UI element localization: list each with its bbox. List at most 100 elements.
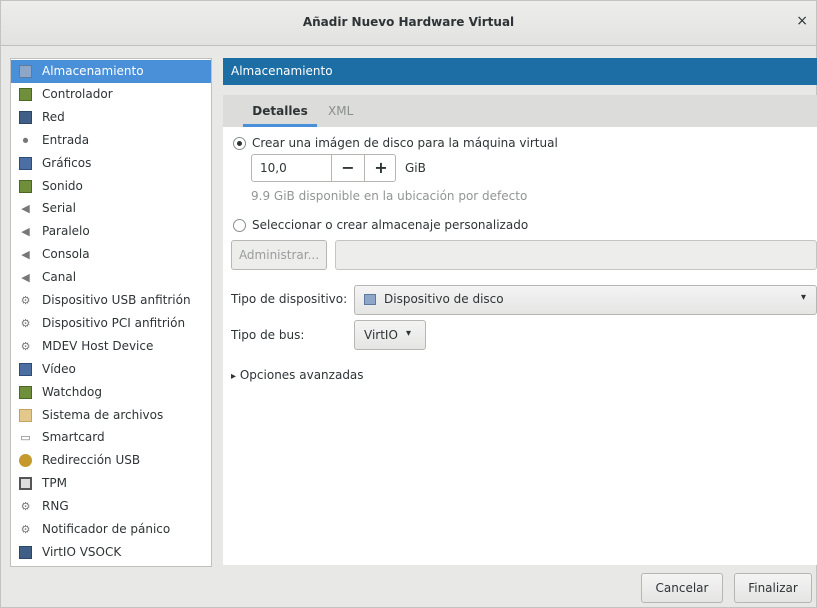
- available-space-hint: 9.9 GiB disponible en la ubicación por d…: [251, 189, 528, 203]
- disk-size-spinner[interactable]: 10,0 − +: [251, 154, 396, 182]
- serial-port-icon: ◀: [21, 202, 30, 216]
- sidebar-item-label: Red: [42, 109, 65, 124]
- sidebar-item[interactable]: ⚙ Dispositivo USB anfitrión: [11, 289, 211, 312]
- create-disk-radio[interactable]: [233, 137, 246, 150]
- tpm-icon: [19, 477, 32, 491]
- sidebar-item[interactable]: Sonido: [11, 175, 211, 198]
- sidebar-item[interactable]: Controlador: [11, 83, 211, 106]
- details-panel: Crear una imágen de disco para la máquin…: [223, 127, 817, 565]
- monitor-icon: [19, 156, 32, 170]
- mouse-icon: ⏺: [22, 133, 29, 147]
- sidebar-item-label: Serial: [42, 201, 76, 216]
- chevron-down-icon: ▾: [800, 292, 806, 303]
- advanced-options-expander[interactable]: ▸ Opciones avanzadas: [231, 368, 364, 382]
- sidebar-item[interactable]: ⚙ Notificador de pánico: [11, 518, 211, 541]
- vsock-icon: [19, 545, 32, 559]
- sound-card-icon: [19, 179, 32, 193]
- advanced-options-label: Opciones avanzadas: [239, 368, 364, 382]
- section-header: Almacenamiento: [223, 58, 817, 85]
- sidebar-item-label: Dispositivo USB anfitrión: [42, 293, 191, 307]
- rng-icon: ⚙: [20, 500, 31, 514]
- disk-size-value[interactable]: 10,0: [260, 161, 287, 175]
- sidebar-item[interactable]: VirtIO VSOCK: [11, 541, 211, 564]
- storage-path-field[interactable]: [335, 240, 817, 270]
- tab-xml[interactable]: XML: [328, 95, 353, 127]
- sidebar-item[interactable]: TPM: [11, 472, 211, 495]
- sidebar-item[interactable]: ◀ Serial: [11, 197, 211, 220]
- disk-icon: [19, 65, 32, 78]
- sidebar-item[interactable]: Gráficos: [11, 152, 211, 175]
- console-icon: ◀: [21, 248, 30, 262]
- sidebar-item-label: MDEV Host Device: [42, 338, 154, 353]
- finish-button[interactable]: Finalizar: [734, 573, 812, 603]
- sidebar-item[interactable]: ▭ Smartcard: [11, 426, 211, 449]
- sidebar-item-label: Consola: [42, 247, 90, 262]
- device-type-value: Dispositivo de disco: [384, 292, 504, 306]
- create-disk-label: Crear una imágen de disco para la máquin…: [252, 136, 558, 150]
- sidebar-item[interactable]: Red: [11, 106, 211, 129]
- sidebar-item-label: Entrada: [42, 132, 90, 147]
- sidebar-item-label: TPM: [42, 476, 67, 491]
- bus-type-label: Tipo de bus:: [231, 328, 305, 342]
- sidebar-item[interactable]: ◀ Paralelo: [11, 220, 211, 243]
- increase-size-button[interactable]: +: [364, 155, 397, 181]
- sidebar-item[interactable]: Watchdog: [11, 381, 211, 404]
- sidebar-item-label: Redirección USB: [42, 453, 141, 468]
- sidebar-item-label: Almacenamiento: [42, 64, 144, 78]
- sidebar-item[interactable]: Vídeo: [11, 358, 211, 381]
- sidebar-item-label: Controlador: [42, 86, 113, 101]
- usb-redirect-icon: [19, 454, 32, 468]
- hardware-type-list: Almacenamiento Controlador Red ⏺ Entrada Gráf…: [10, 58, 212, 567]
- sidebar-item[interactable]: Almacenamiento: [11, 60, 211, 83]
- sidebar-item-label: Vídeo: [42, 361, 76, 376]
- watchdog-icon: [19, 385, 32, 399]
- window-title: Añadir Nuevo Hardware Virtual: [302, 15, 515, 29]
- cancel-button[interactable]: Cancelar: [641, 573, 723, 603]
- sidebar-item-label: Watchdog: [42, 384, 102, 399]
- sidebar-item-label: Gráficos: [42, 155, 92, 170]
- disk-icon: [364, 294, 376, 305]
- channel-icon: ◀: [21, 271, 30, 285]
- sidebar-item[interactable]: ⚙ RNG: [11, 495, 211, 518]
- sidebar-item[interactable]: ⏺ Entrada: [11, 129, 211, 152]
- custom-storage-radio[interactable]: [233, 219, 246, 232]
- device-type-dropdown[interactable]: Dispositivo de disco ▾: [354, 285, 817, 315]
- network-icon: [19, 110, 32, 124]
- folder-icon: [19, 408, 32, 422]
- sidebar-item[interactable]: ⚙ MDEV Host Device: [11, 335, 211, 358]
- mdev-host-device-icon: ⚙: [20, 339, 31, 353]
- decrease-size-button[interactable]: −: [331, 155, 364, 181]
- tab-details[interactable]: Detalles: [243, 95, 317, 127]
- title-bar: Añadir Nuevo Hardware Virtual ×: [1, 1, 816, 46]
- sidebar-item[interactable]: Sistema de archivos: [11, 404, 211, 427]
- expander-arrow-icon: ▸: [231, 371, 237, 382]
- tab-bar: Detalles XML: [223, 95, 817, 128]
- pci-host-device-icon: ⚙: [20, 316, 31, 330]
- bus-type-value: VirtIO: [364, 328, 398, 342]
- sidebar-item-label: Smartcard: [42, 430, 105, 445]
- close-icon[interactable]: ×: [796, 13, 808, 29]
- sidebar-item-label: Paralelo: [42, 224, 90, 239]
- video-icon: [19, 362, 32, 376]
- panic-notifier-icon: ⚙: [20, 523, 31, 536]
- sidebar-item[interactable]: ◀ Canal: [11, 266, 211, 289]
- device-type-label: Tipo de dispositivo:: [231, 292, 348, 306]
- sidebar-item-label: Canal: [42, 270, 77, 285]
- add-hardware-dialog: Añadir Nuevo Hardware Virtual × Almacena…: [0, 0, 817, 608]
- sidebar-item[interactable]: Redirección USB: [11, 449, 211, 472]
- sidebar-item-label: Sonido: [42, 178, 83, 193]
- sidebar-item[interactable]: ⚙ Dispositivo PCI anfitrión: [11, 312, 211, 335]
- size-unit-label: GiB: [405, 161, 426, 175]
- manage-button[interactable]: Administrar...: [231, 240, 327, 270]
- chevron-down-icon: ▾: [406, 328, 412, 339]
- parallel-port-icon: ◀: [21, 225, 30, 239]
- usb-host-device-icon: ⚙: [20, 294, 31, 307]
- sidebar-item[interactable]: ◀ Consola: [11, 243, 211, 266]
- bus-type-dropdown[interactable]: VirtIO ▾: [354, 320, 426, 350]
- smartcard-icon: ▭: [20, 431, 31, 445]
- custom-storage-label: Seleccionar o crear almacenaje personali…: [252, 218, 529, 232]
- sidebar-item-label: Dispositivo PCI anfitrión: [42, 315, 186, 330]
- sidebar-item-label: Notificador de pánico: [42, 522, 171, 536]
- sidebar-item-label: Sistema de archivos: [42, 407, 164, 422]
- card-icon: [19, 87, 32, 101]
